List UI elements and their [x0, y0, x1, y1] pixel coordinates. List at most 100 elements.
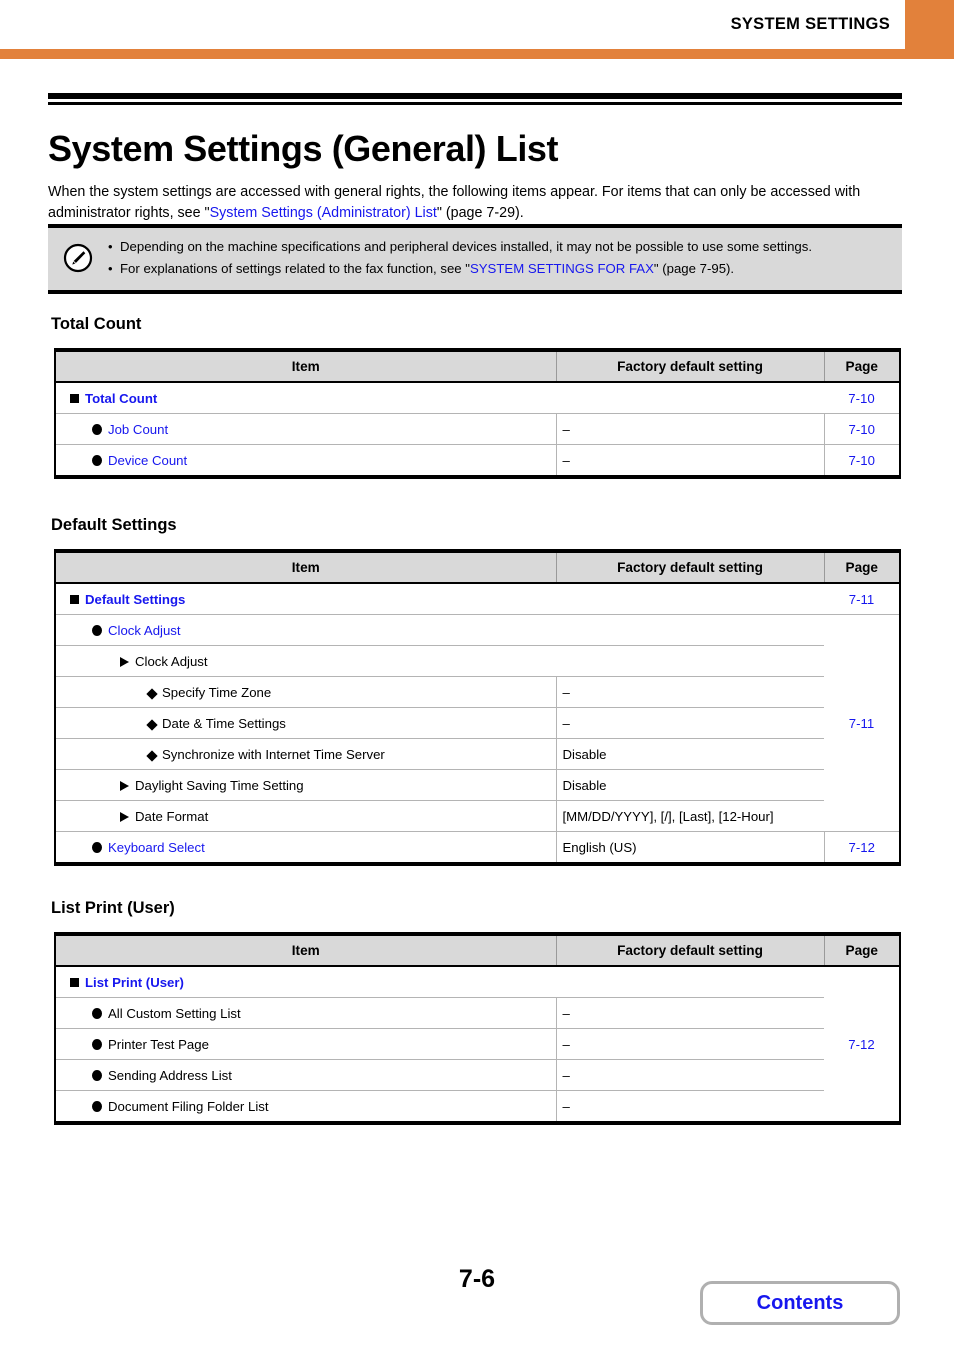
item-label[interactable]: Total Count — [85, 391, 157, 406]
table-row: Date & Time Settings – — [55, 707, 900, 739]
section-heading: List Print (User) — [51, 899, 175, 917]
cell-item: Daylight Saving Time Setting — [55, 769, 557, 801]
triangle-bullet-icon — [120, 656, 129, 667]
diamond-bullet-icon — [146, 749, 158, 762]
title-divider — [48, 93, 902, 105]
settings-table: Item Factory default setting Page Total Cou… — [54, 348, 901, 479]
cell-page-link[interactable]: 7-10 — [824, 382, 900, 414]
item-label: Document Filing Folder List — [108, 1098, 269, 1114]
circle-bullet-icon — [92, 841, 102, 853]
table-row: Printer Test Page – — [55, 1028, 900, 1060]
column-header-factory-default: Factory default setting — [556, 934, 825, 967]
diamond-bullet-icon — [146, 687, 158, 700]
cell-page-link[interactable]: 7-12 — [824, 966, 900, 1123]
cell-page-link[interactable]: 7-11 — [824, 614, 900, 832]
column-header-page: Page — [824, 934, 900, 967]
intro-link-admin-list[interactable]: System Settings (Administrator) List — [210, 205, 437, 221]
bullet-dot-icon: • — [108, 261, 113, 277]
cell-item: Keyboard Select — [55, 831, 557, 864]
item-label[interactable]: Default Settings — [85, 592, 185, 607]
note-item: • Depending on the machine specification… — [108, 236, 892, 258]
column-header-page: Page — [824, 350, 900, 383]
item-label[interactable]: Job Count — [108, 422, 168, 437]
item-label[interactable]: List Print (User) — [85, 975, 184, 990]
cell-factory-default: [MM/DD/YYYY], [/], [Last], [12-Hour] — [556, 800, 824, 832]
cell-factory-default: – — [556, 997, 824, 1029]
table-row: Daylight Saving Time Setting Disable — [55, 769, 900, 801]
header-accent-block — [905, 0, 954, 49]
intro-text-2: " (page 7-29). — [436, 205, 524, 222]
table-row: List Print (User) 7-12 — [55, 966, 900, 1052]
item-label[interactable]: Device Count — [108, 453, 187, 468]
circle-bullet-icon — [92, 624, 102, 636]
table-row: Specify Time Zone – — [55, 676, 900, 708]
table-row: Document Filing Folder List – — [55, 1090, 900, 1123]
cell-item: Clock Adjust — [55, 614, 824, 646]
cell-factory-default: – — [556, 1028, 824, 1060]
contents-button[interactable]: Contents — [700, 1281, 900, 1325]
item-label: All Custom Setting List — [108, 1005, 241, 1021]
item-label: Date Format — [135, 808, 209, 824]
note-item-text-1: Depending on the machine specifications … — [120, 239, 813, 254]
cell-factory-default: English (US) — [556, 831, 825, 864]
note-link-fax-settings[interactable]: SYSTEM SETTINGS FOR FAX — [470, 261, 654, 276]
table-row: Sending Address List – — [55, 1059, 900, 1091]
cell-item: Clock Adjust — [55, 645, 824, 677]
settings-table: Item Factory default setting Page List Prin… — [54, 932, 901, 1125]
note-item-text-1: For explanations of settings related to … — [120, 261, 470, 277]
circle-bullet-icon — [92, 1069, 102, 1081]
column-header-item: Item — [55, 350, 557, 383]
item-label: Daylight Saving Time Setting — [135, 777, 304, 793]
section-heading: Total Count — [51, 315, 142, 333]
cell-page-link[interactable]: 7-11 — [824, 583, 900, 615]
cell-factory-default: – — [556, 1090, 824, 1123]
square-bullet-icon — [70, 977, 79, 987]
note-item-text: For explanations of settings related to … — [120, 259, 734, 279]
item-label: Specify Time Zone — [162, 684, 272, 700]
table-row: Total Count 7-10 — [55, 382, 900, 414]
table-row: Default Settings 7-11 — [55, 583, 900, 615]
cell-item: Date & Time Settings — [55, 707, 557, 739]
cell-item: Sending Address List — [55, 1059, 557, 1091]
cell-item: Total Count — [55, 382, 824, 414]
item-label[interactable]: Keyboard Select — [108, 840, 205, 855]
cell-item: Document Filing Folder List — [55, 1090, 557, 1123]
cell-page-link[interactable]: 7-10 — [824, 413, 900, 445]
title-rule-thick — [48, 93, 902, 99]
table-header-row: Item Factory default setting Page — [55, 551, 900, 584]
triangle-bullet-icon — [120, 811, 129, 822]
square-bullet-icon — [70, 594, 79, 604]
note-box: • Depending on the machine specification… — [48, 224, 902, 294]
item-label: Synchronize with Internet Time Server — [162, 746, 385, 762]
table-row: Synchronize with Internet Time Server Dis… — [55, 738, 900, 770]
cell-item: Synchronize with Internet Time Server — [55, 738, 557, 770]
note-item: • For explanations of settings related t… — [108, 258, 892, 280]
table-row: All Custom Setting List – — [55, 997, 900, 1029]
table-row: Clock Adjust 7-11 — [55, 614, 900, 832]
pencil-note-icon — [48, 243, 108, 273]
cell-page-link[interactable]: 7-12 — [824, 831, 900, 864]
cell-factory-default: – — [556, 676, 824, 708]
item-label: Sending Address List — [108, 1067, 232, 1083]
table-header-row: Item Factory default setting Page — [55, 350, 900, 383]
item-label[interactable]: Clock Adjust — [108, 623, 181, 638]
circle-bullet-icon — [92, 454, 102, 466]
cell-item: Device Count — [55, 444, 557, 477]
square-bullet-icon — [70, 393, 79, 403]
table-header-row: Item Factory default setting Page — [55, 934, 900, 967]
cell-item: Date Format — [55, 800, 557, 832]
page-title: System Settings (General) List — [48, 128, 559, 170]
title-rule-thin — [48, 102, 902, 105]
cell-factory-default: – — [556, 444, 825, 477]
circle-bullet-icon — [92, 1100, 102, 1112]
item-label: Clock Adjust — [135, 653, 208, 669]
section-heading: Default Settings — [51, 516, 177, 534]
cell-item: All Custom Setting List — [55, 997, 557, 1029]
cell-page-link[interactable]: 7-10 — [824, 444, 900, 477]
column-header-item: Item — [55, 551, 557, 584]
note-item-text-2: " (page 7-95). — [653, 261, 735, 277]
column-header-factory-default: Factory default setting — [556, 551, 825, 584]
note-list: • Depending on the machine specification… — [108, 236, 902, 281]
intro-paragraph: When the system settings are accessed wi… — [48, 182, 878, 224]
cell-item: Default Settings — [55, 583, 824, 615]
